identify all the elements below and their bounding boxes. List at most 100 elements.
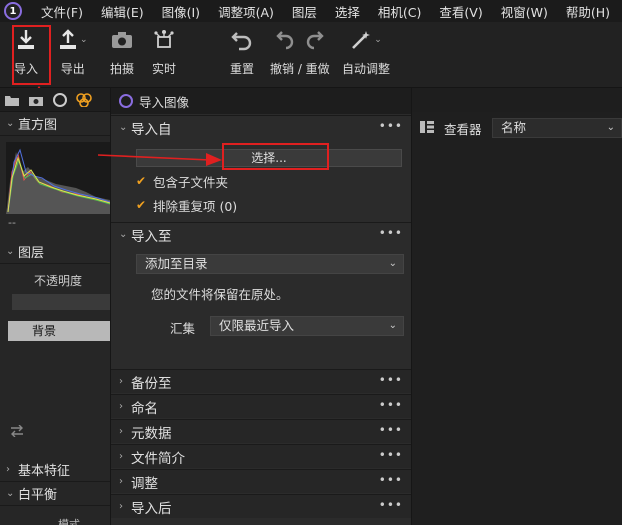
section-title: 文件简介 [131, 450, 185, 467]
more-icon[interactable]: ••• [379, 373, 403, 387]
auto-adjust-button[interactable]: ⌄ 自动调整 [342, 26, 390, 77]
import-from-title: 导入自 [131, 121, 172, 138]
more-icon[interactable]: ••• [379, 448, 403, 462]
chevron-right-icon: › [119, 476, 123, 487]
metadata-header[interactable]: › 元数据 ••• [111, 419, 411, 443]
exclude-duplicates-label: 排除重复项 (0) [153, 199, 238, 214]
viewer-layout-icon[interactable] [420, 120, 434, 136]
white-balance-title: 白平衡 [18, 488, 58, 503]
sort-select[interactable]: 名称 ⌄ [492, 118, 622, 138]
upload-icon: ⌄ [58, 26, 88, 54]
chevron-right-icon: › [6, 464, 10, 475]
import-to-title: 导入至 [131, 228, 172, 245]
tool-tabs [0, 88, 110, 112]
collection-value: 仅限最近导入 [219, 318, 295, 333]
capture-label: 拍摄 [110, 62, 135, 76]
auto-adjust-label: 自动调整 [342, 62, 391, 76]
naming-header[interactable]: › 命名 ••• [111, 394, 411, 418]
chevron-right-icon: › [119, 451, 123, 462]
import-highlight-box [12, 25, 51, 85]
after-import-header[interactable]: › 导入后 ••• [111, 494, 411, 518]
reset-button[interactable]: 重置 [230, 26, 254, 77]
histogram-chart [6, 142, 111, 214]
undo-redo-label: 撤销 / 重做 [270, 62, 330, 76]
magic-wand-icon: ⌄ [342, 26, 390, 54]
more-icon[interactable]: ••• [379, 119, 403, 133]
more-icon[interactable]: ••• [379, 226, 403, 240]
capture-button[interactable]: 拍摄 [110, 26, 134, 77]
destination-select[interactable]: 添加至目录 ⌄ [136, 254, 404, 274]
left-panel-bottom: › 基本特征 ⌄ 白平衡 [0, 458, 110, 506]
menu-camera[interactable]: 相机(C) [369, 2, 430, 21]
background-layer[interactable]: 背景 [8, 321, 110, 341]
reset-icon [230, 26, 254, 54]
menu-help[interactable]: 帮助(H) [557, 2, 619, 21]
mode-label: 模式 [58, 518, 80, 525]
menu-view[interactable]: 查看(V) [430, 2, 491, 21]
more-icon[interactable]: ••• [379, 398, 403, 412]
menu-edit[interactable]: 编辑(E) [92, 2, 153, 21]
histogram-readout: -- [8, 216, 16, 229]
live-button[interactable]: 实时 [152, 26, 176, 77]
exclude-duplicates-checkbox[interactable]: ✔ 排除重复项 (0) [136, 196, 237, 215]
include-subfolders-label: 包含子文件夹 [153, 175, 229, 190]
collection-label: 汇集 [170, 321, 196, 336]
checkmark-icon: ✔ [136, 198, 147, 212]
color-icon[interactable] [76, 92, 92, 107]
import-to-header[interactable]: ⌄ 导入至 ••• [111, 222, 411, 246]
more-icon[interactable]: ••• [379, 423, 403, 437]
collection-select[interactable]: 仅限最近导入 ⌄ [210, 316, 404, 336]
export-button[interactable]: ⌄ 导出 [58, 26, 88, 77]
backup-to-header[interactable]: › 备份至 ••• [111, 369, 411, 393]
folder-icon[interactable] [4, 93, 20, 107]
menu-layers[interactable]: 图层 [283, 2, 326, 21]
dialog-title: 导入图像 [139, 94, 190, 110]
layers-header[interactable]: ⌄ 图层 [0, 240, 110, 264]
opacity-slider[interactable] [12, 294, 110, 310]
camera-tab-icon[interactable] [28, 93, 44, 107]
base-characteristics-header[interactable]: › 基本特征 [0, 458, 110, 482]
include-subfolders-checkbox[interactable]: ✔ 包含子文件夹 [136, 172, 228, 191]
more-icon[interactable]: ••• [379, 473, 403, 487]
chevron-down-icon: ⌄ [80, 35, 88, 45]
menu-image[interactable]: 图像(I) [153, 2, 209, 21]
file-info-header[interactable]: › 文件简介 ••• [111, 444, 411, 468]
undo-icon [276, 31, 294, 50]
chevron-right-icon: › [119, 426, 123, 437]
section-title: 命名 [131, 400, 158, 417]
chevron-right-icon: › [119, 501, 123, 512]
swap-icon[interactable] [10, 424, 24, 440]
left-panel: ⌄ 直方图 -- ⌄ 图层 不透明度 背景 › 基本特征 ⌄ 白平衡 模式 [0, 88, 111, 525]
undo-redo-icons [270, 26, 330, 54]
base-characteristics-title: 基本特征 [18, 464, 71, 479]
chevron-down-icon: ⌄ [119, 122, 128, 133]
more-icon[interactable]: ••• [379, 498, 403, 512]
dialog-title-bar: 导入图像 [111, 88, 411, 114]
toolbar: 导入 ⌄ 导出 拍摄 实时 重置 撤销 / 重做 ⌄ 自动调整 [0, 22, 622, 88]
menu-select[interactable]: 选择 [326, 2, 369, 21]
import-from-header[interactable]: ⌄ 导入自 ••• [111, 115, 411, 139]
app-logo-icon [119, 94, 133, 108]
lens-icon[interactable] [52, 92, 68, 107]
chevron-down-icon: ⌄ [6, 488, 15, 499]
opacity-label: 不透明度 [34, 274, 83, 288]
viewer-label: 查看器 [444, 121, 482, 137]
chevron-down-icon: ⌄ [6, 246, 15, 257]
chevron-down-icon: ⌄ [388, 258, 397, 269]
chevron-down-icon: ⌄ [388, 320, 397, 331]
destination-value: 添加至目录 [145, 256, 208, 271]
menu-bar: 1 文件(F) 编辑(E) 图像(I) 调整项(A) 图层 选择 相机(C) 查… [0, 0, 622, 22]
menu-window[interactable]: 视窗(W) [492, 2, 557, 21]
histogram-header[interactable]: ⌄ 直方图 [0, 112, 110, 136]
white-balance-header[interactable]: ⌄ 白平衡 [0, 482, 110, 506]
undo-redo-button[interactable]: 撤销 / 重做 [270, 26, 330, 77]
section-title: 备份至 [131, 375, 172, 392]
menu-adjustments[interactable]: 调整项(A) [209, 2, 283, 21]
viewer-area [412, 112, 622, 525]
adjustments-header[interactable]: › 调整 ••• [111, 469, 411, 493]
annotation-arrow-right [98, 153, 222, 166]
chevron-down-icon: ⌄ [606, 122, 615, 133]
menu-file[interactable]: 文件(F) [32, 2, 92, 21]
section-title: 调整 [131, 475, 158, 492]
choose-highlight-box [222, 143, 329, 170]
